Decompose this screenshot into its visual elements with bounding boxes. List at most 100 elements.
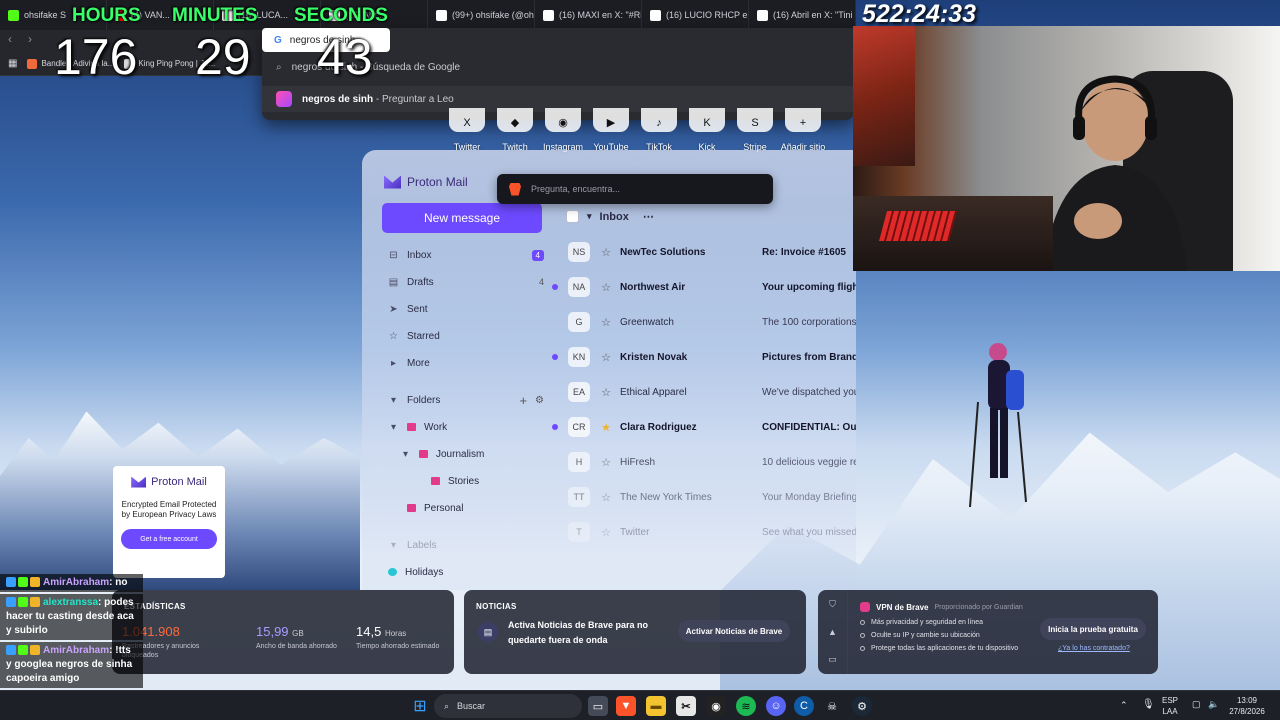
hours-value: 176 bbox=[54, 29, 138, 85]
folder-label: Personal bbox=[424, 502, 464, 514]
steam-icon[interactable]: ⚙ bbox=[852, 696, 872, 716]
display-icon[interactable]: ▭ bbox=[828, 654, 837, 665]
message-row[interactable]: TT ☆ The New York Times Your Monday Briefin… bbox=[552, 485, 856, 509]
shortcut-youtube[interactable]: ▶ YouTube bbox=[591, 108, 631, 152]
already-subscribed-link[interactable]: ¿Ya lo has contratado? bbox=[1058, 645, 1130, 652]
message-row[interactable]: G ☆ Greenwatch The 100 corporations driving… bbox=[552, 310, 856, 334]
labels-header[interactable]: ▾ Labels bbox=[388, 535, 544, 555]
sidebar-item-more[interactable]: ▸ More bbox=[388, 353, 544, 373]
folder-journalism[interactable]: ▾ Journalism bbox=[400, 444, 556, 464]
browser-tab[interactable]: (16) MAXI en X: "#Ri bbox=[535, 0, 642, 30]
shortcut-tiktok[interactable]: ♪ TikTok bbox=[639, 108, 679, 152]
shortcut-twitch[interactable]: ◆ Twitch bbox=[495, 108, 535, 152]
language-indicator[interactable]: ESP LAA bbox=[1162, 695, 1178, 717]
apps-grid-icon[interactable]: ▦ bbox=[8, 58, 17, 69]
new-message-button[interactable]: New message bbox=[382, 203, 542, 233]
warning-icon[interactable]: ▲ bbox=[828, 627, 837, 637]
folder-icon bbox=[407, 504, 416, 512]
sidebar-item-inbox[interactable]: ⊟ Inbox 4 bbox=[388, 245, 544, 265]
message-row[interactable]: EA ☆ Ethical Apparel We've dispatched your … bbox=[552, 380, 856, 404]
chat-username[interactable]: AmirAbraham bbox=[43, 645, 109, 656]
leo-ask-bar[interactable]: Pregunta, encuentra... bbox=[497, 174, 773, 204]
x-icon bbox=[543, 9, 554, 21]
brave-browser-icon[interactable]: ▼ bbox=[616, 696, 636, 716]
sender-avatar: TT bbox=[568, 487, 590, 507]
message-row[interactable]: KN ☆ Kristen Novak Pictures from Brandon's … bbox=[552, 345, 856, 369]
message-row[interactable]: H ☆ HiFresh 10 delicious veggie recipes bbox=[552, 450, 856, 474]
sender-avatar: CR bbox=[568, 417, 590, 437]
obs-icon[interactable]: ◉ bbox=[706, 696, 726, 716]
forward-icon[interactable]: › bbox=[28, 32, 32, 46]
shortcut-kick[interactable]: K Kick bbox=[687, 108, 727, 152]
folder-stories[interactable]: Stories bbox=[412, 471, 568, 491]
windows-start-icon[interactable]: ⊞ bbox=[410, 696, 430, 716]
activate-news-button[interactable]: Activar Noticias de Brave bbox=[678, 620, 790, 642]
shortcut-añadir-sitio[interactable]: + Añadir sitio bbox=[781, 108, 825, 152]
volume-icon[interactable]: 🔈 bbox=[1208, 699, 1219, 710]
message-row[interactable]: T ☆ Twitter See what you missed bbox=[552, 520, 856, 544]
clock[interactable]: 13:09 27/8/2026 bbox=[1226, 695, 1268, 717]
chat-username[interactable]: AmirAbraham bbox=[43, 577, 109, 588]
stream-uptime: 522:24:33 bbox=[862, 0, 976, 28]
chevron-right-icon: ▸ bbox=[390, 357, 397, 369]
start-trial-button[interactable]: Inicia la prueba gratuita bbox=[1040, 618, 1146, 640]
capcut-icon[interactable]: ✂ bbox=[676, 696, 696, 716]
add-folder-icon[interactable]: + bbox=[519, 393, 527, 408]
tab-title: (16) LUCIO RHCP en bbox=[666, 10, 749, 20]
browser-tab[interactable]: (16) Abril en X: "Tini ya bbox=[749, 0, 856, 30]
more-icon[interactable]: ⋯ bbox=[643, 210, 654, 223]
sidebar-item-starred[interactable]: ☆ Starred bbox=[388, 326, 544, 346]
taskbar-search[interactable]: ⌕ Buscar bbox=[434, 694, 582, 718]
browser-tab[interactable]: (16) LUCIO RHCP en bbox=[642, 0, 749, 30]
star-icon[interactable]: ☆ bbox=[598, 491, 614, 504]
seconds-value: 43 bbox=[317, 29, 373, 85]
message-row[interactable]: NS ☆ NewTec Solutions Re: Invoice #1605 bbox=[552, 240, 856, 264]
vpn-feature: Más privacidad y seguridad en línea bbox=[860, 619, 983, 626]
star-icon[interactable]: ★ bbox=[598, 421, 614, 434]
chevron-down-icon[interactable]: ▾ bbox=[587, 211, 592, 222]
sender-avatar: H bbox=[568, 452, 590, 472]
vpn-feature: Protege todas las aplicaciones de tu dis… bbox=[860, 645, 1018, 652]
chat-username[interactable]: alextranssa bbox=[43, 597, 98, 608]
discord-icon[interactable]: ☺ bbox=[766, 696, 786, 716]
gear-icon[interactable]: ⚙ bbox=[535, 395, 544, 406]
folders-header[interactable]: ▾ Folders + ⚙ bbox=[388, 390, 544, 410]
message-row[interactable]: NA ☆ Northwest Air Your upcoming flight to … bbox=[552, 275, 856, 299]
spotify-icon[interactable]: ≋ bbox=[736, 696, 756, 716]
stat-value: 15,99 GB bbox=[256, 624, 304, 639]
sidebar-item-drafts[interactable]: ▤ Drafts 4 bbox=[388, 272, 544, 292]
label-holidays[interactable]: Holidays bbox=[388, 562, 544, 582]
microphone-icon[interactable]: 🎙 bbox=[1142, 699, 1155, 710]
shortcut-instagram[interactable]: ◉ Instagram bbox=[543, 108, 583, 152]
folder-work[interactable]: ▾ Work bbox=[388, 417, 544, 437]
star-icon[interactable]: ☆ bbox=[598, 316, 614, 329]
sent-icon: ➤ bbox=[389, 303, 398, 315]
get-free-account-button[interactable]: Get a free account bbox=[121, 529, 217, 549]
network-icon[interactable]: ▢ bbox=[1192, 699, 1201, 710]
shortcut-stripe[interactable]: S Stripe bbox=[735, 108, 775, 152]
edge-icon[interactable]: C bbox=[794, 696, 814, 716]
message-row[interactable]: CR ★ Clara Rodriguez CONFIDENTIAL: Our meet… bbox=[552, 415, 856, 439]
tiktok-icon bbox=[436, 9, 447, 21]
folder-personal[interactable]: Personal bbox=[388, 498, 544, 518]
file-explorer-icon[interactable]: ▬ bbox=[646, 696, 666, 716]
browser-tab[interactable]: (99+) ohsifake (@ohsifak bbox=[428, 0, 535, 30]
message-sender: Greenwatch bbox=[620, 316, 674, 328]
task-view-icon[interactable]: ▭ bbox=[588, 696, 608, 716]
star-icon[interactable]: ☆ bbox=[598, 281, 614, 294]
shield-icon[interactable]: ⛉ bbox=[829, 599, 836, 610]
vpn-title: VPN de Brave bbox=[876, 602, 929, 612]
shortcut-twitter[interactable]: X Twitter bbox=[447, 108, 487, 152]
star-icon[interactable]: ☆ bbox=[598, 526, 614, 539]
star-icon[interactable]: ☆ bbox=[598, 456, 614, 469]
select-all-checkbox[interactable] bbox=[566, 210, 579, 223]
star-icon[interactable]: ☆ bbox=[598, 351, 614, 364]
star-icon[interactable]: ☆ bbox=[598, 246, 614, 259]
sidebar-item-sent[interactable]: ➤ Sent bbox=[388, 299, 544, 319]
star-icon[interactable]: ☆ bbox=[598, 386, 614, 399]
proton-mark-icon bbox=[131, 476, 147, 488]
tab-title: ohsifake S bbox=[24, 10, 67, 20]
back-icon[interactable]: ‹ bbox=[8, 32, 12, 46]
skull-app-icon[interactable]: ☠ bbox=[822, 696, 842, 716]
tray-chevron-icon[interactable]: ⌃ bbox=[1120, 700, 1128, 711]
